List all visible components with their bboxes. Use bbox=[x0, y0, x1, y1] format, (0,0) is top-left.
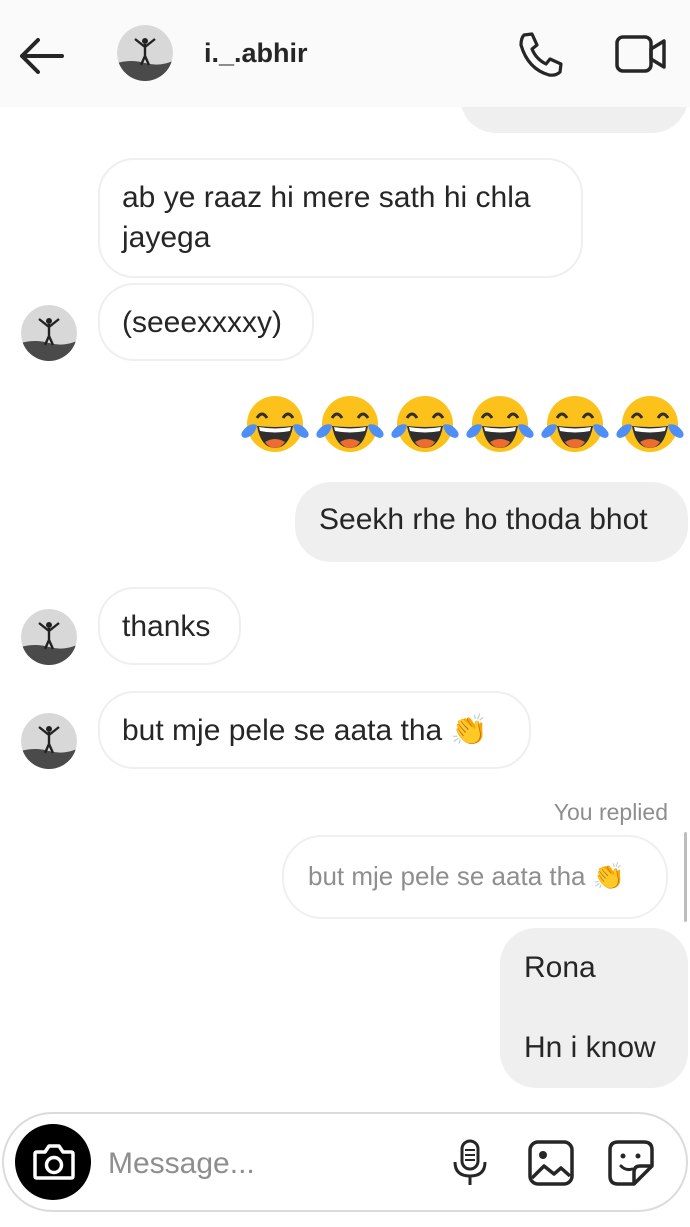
arrow-left-icon[interactable] bbox=[16, 34, 66, 78]
message-text: but mje pele se aata tha 👏 bbox=[122, 714, 488, 747]
avatar[interactable] bbox=[21, 305, 77, 361]
message-text: thanks bbox=[122, 610, 211, 643]
incoming-message[interactable]: ab ye raaz hi mere sath hi chla jayega bbox=[98, 158, 583, 278]
laughing-tears-emoji-icon bbox=[391, 396, 459, 452]
camera-button[interactable] bbox=[15, 1124, 91, 1200]
microphone-icon[interactable] bbox=[445, 1138, 495, 1188]
emoji-message[interactable] bbox=[239, 392, 686, 456]
camera-icon bbox=[33, 1144, 75, 1180]
reply-label: You replied bbox=[553, 799, 668, 825]
chat-username[interactable]: i._.abhir bbox=[204, 38, 308, 69]
message-text: (seeexxxxy) bbox=[122, 306, 283, 339]
image-icon[interactable] bbox=[526, 1138, 576, 1188]
phone-icon[interactable] bbox=[514, 29, 568, 79]
message-text-line: Rona bbox=[524, 951, 596, 984]
video-camera-icon[interactable] bbox=[614, 31, 668, 77]
laughing-tears-emoji-icon bbox=[466, 396, 534, 452]
quoted-text: but mje pele se aata tha 👏 bbox=[308, 861, 626, 891]
outgoing-message[interactable]: Seekh rhe ho thoda bhot bbox=[295, 482, 688, 562]
message-text-line: Hn i know bbox=[524, 1031, 656, 1064]
message-composer bbox=[2, 1112, 688, 1212]
avatar[interactable] bbox=[21, 609, 77, 665]
message-text: ab ye raaz hi mere sath hi chla jayega bbox=[122, 181, 531, 254]
chat-header: i._.abhir bbox=[0, 0, 690, 107]
message-text: Seekh rhe ho thoda bhot bbox=[319, 503, 648, 536]
incoming-message[interactable]: but mje pele se aata tha 👏 bbox=[98, 691, 531, 769]
laughing-tears-emoji-icon bbox=[541, 396, 609, 452]
outgoing-message[interactable]: Rona Hn i know bbox=[500, 928, 688, 1088]
laughing-tears-emoji-icon bbox=[616, 396, 684, 452]
incoming-message[interactable]: (seeexxxxy) bbox=[98, 283, 314, 361]
laughing-tears-emoji-icon bbox=[316, 396, 384, 452]
quoted-reply[interactable]: but mje pele se aata tha 👏 bbox=[282, 835, 668, 919]
sticker-icon[interactable] bbox=[606, 1138, 656, 1188]
incoming-message[interactable]: thanks bbox=[98, 587, 241, 665]
scrollbar[interactable] bbox=[684, 832, 687, 922]
laughing-tears-emoji-icon bbox=[241, 396, 309, 452]
avatar[interactable] bbox=[21, 713, 77, 769]
message-thread[interactable]: ab ye raaz hi mere sath hi chla jayega (… bbox=[0, 87, 690, 1107]
message-input[interactable] bbox=[106, 1142, 430, 1186]
avatar[interactable] bbox=[117, 25, 173, 81]
